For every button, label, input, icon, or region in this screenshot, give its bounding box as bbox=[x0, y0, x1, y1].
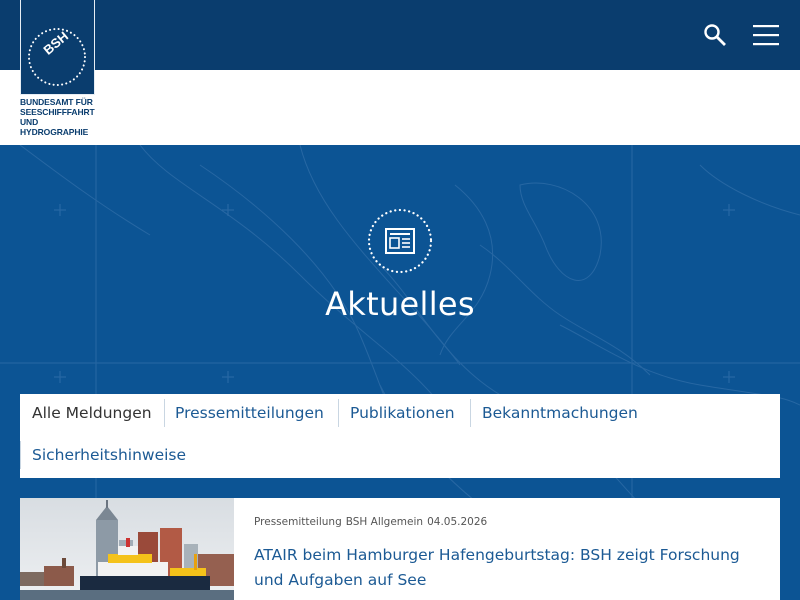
news-meta: Pressemitteilung BSH Allgemein 04.05.2026 bbox=[254, 516, 491, 528]
tab-divider bbox=[338, 399, 339, 427]
bsh-emblem-icon: BSH bbox=[28, 28, 86, 86]
top-header-bar bbox=[0, 0, 800, 70]
tab-publikationen[interactable]: Publikationen bbox=[350, 403, 455, 423]
hamburger-menu-icon bbox=[753, 25, 779, 46]
logo-line: UND bbox=[20, 117, 39, 127]
logo-line: HYDROGRAPHIE bbox=[20, 127, 89, 137]
newspaper-icon bbox=[367, 208, 433, 274]
tab-alle-meldungen[interactable]: Alle Meldungen bbox=[32, 403, 152, 423]
logo-line: BUNDESAMT FÜR bbox=[20, 97, 93, 107]
news-type: Pressemitteilung bbox=[254, 516, 342, 528]
tab-sicherheitshinweise[interactable]: Sicherheitshinweise bbox=[32, 445, 186, 465]
logo-emblem-text: BSH bbox=[40, 28, 71, 57]
logo-wordmark: BUNDESAMT FÜR SEESCHIFFFAHRT UND HYDROGR… bbox=[20, 97, 100, 137]
tab-divider bbox=[164, 399, 165, 427]
tab-divider bbox=[470, 399, 471, 427]
tab-pressemitteilungen[interactable]: Pressemitteilungen bbox=[175, 403, 324, 423]
news-filter-tabs: Alle Meldungen Pressemitteilungen Publik… bbox=[20, 394, 780, 478]
tab-divider bbox=[20, 441, 21, 469]
logo-line: SEESCHIFFFAHRT bbox=[20, 107, 95, 117]
search-icon bbox=[704, 24, 726, 46]
header-white-band bbox=[0, 70, 800, 145]
news-image-ship-harbor[interactable] bbox=[20, 498, 234, 600]
menu-button[interactable] bbox=[750, 20, 782, 50]
news-date: 04.05.2026 bbox=[427, 516, 488, 528]
page-title: Aktuelles bbox=[325, 285, 475, 323]
search-button[interactable] bbox=[700, 20, 730, 50]
bsh-logo[interactable]: BSH BUNDESAMT FÜR SEESCHIFFFAHRT UND HYD… bbox=[20, 0, 95, 145]
news-title-link[interactable]: ATAIR beim Hamburger Hafengeburtstag: BS… bbox=[254, 543, 754, 593]
tab-bekanntmachungen[interactable]: Bekanntmachungen bbox=[482, 403, 638, 423]
news-item[interactable]: Pressemitteilung BSH Allgemein 04.05.2026 … bbox=[20, 498, 780, 600]
news-source: BSH Allgemein bbox=[345, 516, 424, 528]
